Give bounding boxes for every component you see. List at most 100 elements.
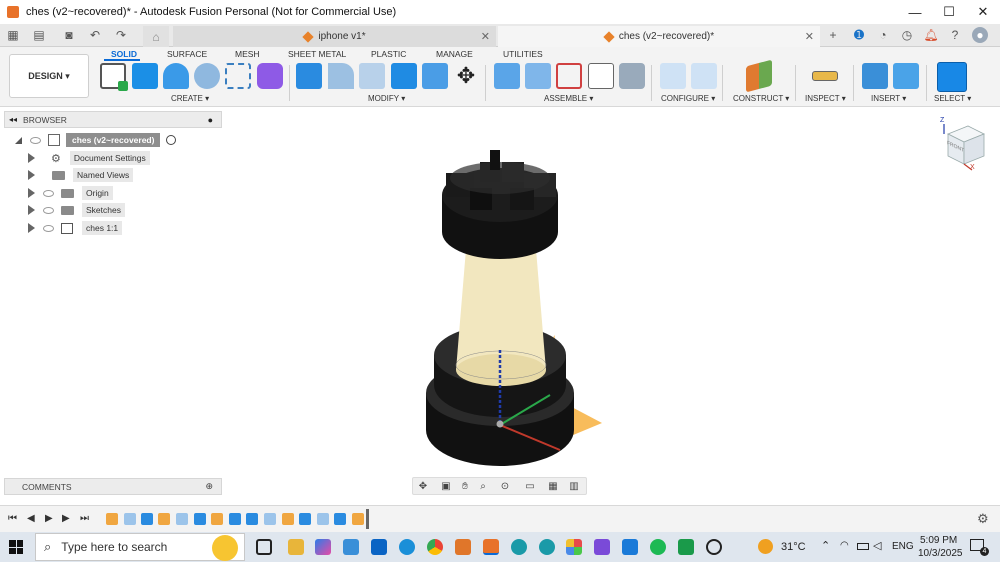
construct-menu[interactable]: CONSTRUCT ▾ (733, 94, 789, 103)
close-button[interactable]: ✕ (966, 0, 1000, 24)
modify-menu[interactable]: MODIFY ▾ (368, 94, 405, 103)
play-icon[interactable]: ▶ (45, 513, 53, 524)
save-icon[interactable]: ◙ (60, 27, 78, 43)
timeline-settings-icon[interactable]: ⚙ (977, 511, 989, 527)
job-status-icon[interactable]: ◔ (874, 27, 892, 43)
copilot-icon[interactable] (315, 539, 331, 555)
viewcube[interactable]: Z X FRONT (940, 117, 988, 172)
expand-arrow-icon[interactable] (28, 205, 35, 215)
store-icon[interactable] (343, 539, 359, 555)
timeline-sketch-feature[interactable] (282, 513, 294, 525)
collapse-arrow-icon[interactable] (15, 136, 22, 144)
undo-icon[interactable]: ↶ (86, 27, 104, 43)
minimize-button[interactable]: — (898, 0, 932, 24)
insert-derive-icon[interactable] (862, 63, 888, 89)
go-to-end-icon[interactable]: ⏭ (80, 513, 89, 524)
grid-settings-icon[interactable]: ▦ (546, 480, 560, 492)
inspect-menu[interactable]: INSPECT ▾ (805, 94, 846, 103)
select-menu[interactable]: SELECT ▾ (934, 94, 971, 103)
timeline-extrude-feature[interactable] (194, 513, 206, 525)
browser-root[interactable]: ches (v2~recovered) (15, 132, 177, 148)
weather-icon[interactable] (758, 539, 773, 554)
colorful-app-icon[interactable] (566, 539, 582, 555)
combine-icon[interactable] (391, 63, 417, 89)
clock-icon[interactable]: ◷ (898, 27, 916, 43)
timeline-marker[interactable] (366, 509, 369, 529)
model-viewport[interactable] (410, 140, 620, 475)
shell-icon[interactable] (359, 63, 385, 89)
home-tab[interactable]: ⌂ (143, 26, 169, 47)
form-icon[interactable] (257, 63, 283, 89)
insert-menu[interactable]: INSERT ▾ (871, 94, 906, 103)
add-comment-icon[interactable]: ⊕ (205, 481, 213, 492)
timeline-sketch-feature[interactable] (211, 513, 223, 525)
battery-icon[interactable] (857, 543, 869, 550)
clock-date[interactable]: 10/3/2025 (918, 548, 963, 559)
timeline-sketch-feature[interactable] (158, 513, 170, 525)
browser-item-origin[interactable]: Origin (28, 185, 113, 201)
browser-panel-header[interactable]: ◂◂ BROWSER ● (4, 111, 222, 128)
expand-arrow-icon[interactable] (28, 170, 35, 180)
zoom-icon[interactable]: ⌕ (476, 480, 490, 492)
minimize-panel-icon[interactable]: ● (208, 115, 213, 125)
visibility-eye-icon[interactable] (43, 189, 54, 197)
browser-item-named-views[interactable]: Named Views (28, 167, 134, 183)
timeline-extrude-feature[interactable] (229, 513, 241, 525)
timeline-feature[interactable] (124, 513, 136, 525)
insert-canvas-icon[interactable] (893, 63, 919, 89)
tab-ches[interactable]: ches (v2~recovered)* ✕ (498, 26, 820, 47)
configure-rules-icon[interactable] (691, 63, 717, 89)
step-back-icon[interactable]: ◀ (27, 513, 35, 524)
visibility-eye-icon[interactable] (43, 206, 54, 214)
tab-iphone[interactable]: iphone v1* ✕ (173, 26, 496, 47)
close-tab-icon[interactable]: ✕ (805, 30, 814, 43)
go-to-start-icon[interactable]: ⏮ (8, 513, 17, 524)
tab-solid[interactable]: SOLID (111, 49, 137, 59)
user-avatar[interactable]: ● (972, 27, 988, 43)
hole-icon[interactable] (194, 63, 220, 89)
fillet-icon[interactable] (328, 63, 354, 89)
tab-manage[interactable]: MANAGE (436, 49, 473, 59)
joint-icon[interactable] (525, 63, 551, 89)
move-copy-icon[interactable]: ✥ (453, 63, 479, 89)
tab-utilities[interactable]: UTILITIES (503, 49, 543, 59)
arduino-2-icon[interactable] (539, 539, 555, 555)
grid-menu-icon[interactable]: ▦ (4, 27, 22, 43)
browser-item-sketches[interactable]: Sketches (28, 202, 125, 218)
configure-menu[interactable]: CONFIGURE ▾ (661, 94, 715, 103)
split-body-icon[interactable] (422, 63, 448, 89)
windows-start-icon[interactable] (9, 540, 23, 554)
file-menu-icon[interactable]: ▤ (30, 27, 48, 43)
tray-chevron-icon[interactable]: ⌃ (821, 539, 830, 552)
help-icon[interactable]: ? (946, 27, 964, 43)
browser-item-ches-component[interactable]: ches 1:1 (28, 220, 123, 236)
look-at-icon[interactable]: ▣ (439, 480, 453, 492)
activate-radio-icon[interactable] (166, 135, 177, 145)
configure-table-icon[interactable] (660, 63, 686, 89)
volume-icon[interactable]: ◁ (873, 539, 881, 552)
expand-arrow-icon[interactable] (28, 223, 35, 233)
maximize-button[interactable]: ☐ (932, 0, 966, 24)
timeline-sketch-feature[interactable] (352, 513, 364, 525)
expand-arrow-icon[interactable] (28, 188, 35, 198)
new-component-icon[interactable] (494, 63, 520, 89)
visual-studio-icon[interactable] (594, 539, 610, 555)
network-icon[interactable]: ◠ (840, 540, 849, 551)
press-pull-icon[interactable] (296, 63, 322, 89)
visibility-eye-icon[interactable] (43, 224, 54, 232)
step-forward-icon[interactable]: ▶ (62, 513, 70, 524)
green-app-icon[interactable] (678, 539, 694, 555)
vscode-icon[interactable] (622, 539, 638, 555)
revolve-icon[interactable] (163, 63, 189, 89)
arduino-icon[interactable] (511, 539, 527, 555)
browser-item-document-settings[interactable]: ⚙ Document Settings (28, 150, 150, 166)
tab-plastic[interactable]: PLASTIC (371, 49, 406, 59)
clock-time[interactable]: 5:09 PM (920, 535, 957, 546)
timeline-feature[interactable] (176, 513, 188, 525)
file-explorer-icon[interactable] (288, 539, 304, 555)
timeline-extrude-feature[interactable] (334, 513, 346, 525)
extrude-icon[interactable] (132, 63, 158, 89)
expand-arrow-icon[interactable] (28, 153, 35, 163)
timeline-sketch-feature[interactable] (106, 513, 118, 525)
language-indicator[interactable]: ENG (892, 541, 914, 552)
